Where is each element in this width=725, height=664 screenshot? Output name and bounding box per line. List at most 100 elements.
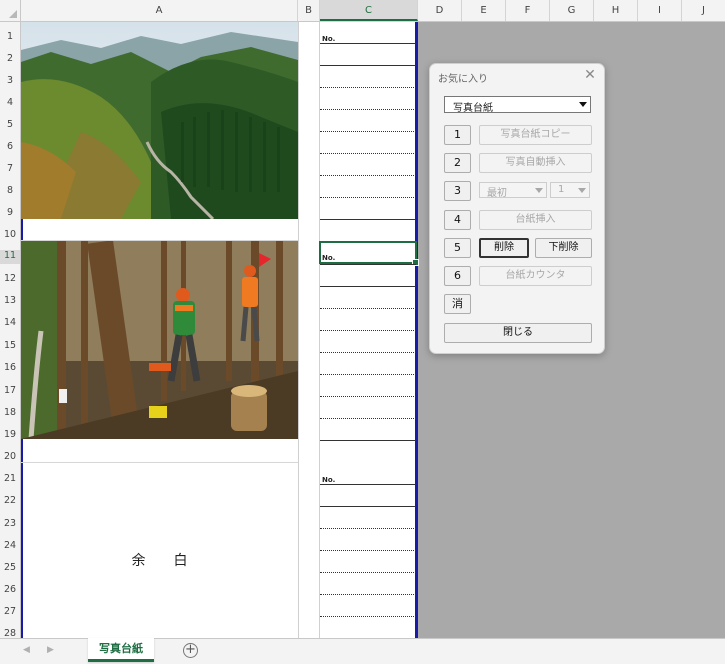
auto-insert-photo-button[interactable]: 写真自動挿入 [479,153,592,173]
photo-2-text-line [320,286,416,287]
photo-3-text-line-top [320,484,416,485]
number-button-3[interactable]: 3 [444,181,471,201]
row-header-27[interactable]: 27 [0,606,20,617]
column-header-a[interactable]: A [21,0,298,21]
column-header-bar: A B C D E F G H I J [0,0,725,22]
column-header-g[interactable]: G [550,0,594,21]
photo-3-dotted-line [320,528,416,529]
row-header-3[interactable]: 3 [0,75,20,86]
favorites-dialog: お気に入り ✕ 写真台紙 1 写真台紙コピー 2 写真自動挿入 3 最初 1 4… [429,63,605,354]
row-header-19[interactable]: 19 [0,429,20,440]
column-header-d[interactable]: D [418,0,462,21]
chevron-down-icon [578,188,586,193]
insert-sheet-button[interactable]: 台紙挿入 [479,210,592,230]
photo-2-dotted-line [320,352,416,353]
number-button-4[interactable]: 4 [444,210,471,230]
row-header-22[interactable]: 22 [0,495,20,506]
previous-sheet-icon[interactable]: ◀ [23,645,30,655]
margin-placeholder-text: 余白 [131,553,216,569]
row-header-17[interactable]: 17 [0,385,20,396]
photo-3-dotted-line [320,594,416,595]
number-button-6[interactable]: 6 [444,266,471,286]
photo-3-dotted-line [320,572,416,573]
close-icon[interactable]: ✕ [583,67,597,83]
row-header-5[interactable]: 5 [0,119,20,130]
number-button-2[interactable]: 2 [444,153,471,173]
photo-2-bottom-line [320,440,416,441]
photo-2-dotted-line [320,418,416,419]
worksheet-grid[interactable]: No. No. No. 余白 [21,21,419,638]
row-header-13[interactable]: 13 [0,295,20,306]
column-header-h[interactable]: H [594,0,638,21]
plus-circle-icon[interactable]: + [183,643,198,658]
photo-1-bottom-line [320,219,416,220]
row-header-18[interactable]: 18 [0,407,20,418]
photo-1-dotted-line [320,131,416,132]
photo-2-dotted-line [320,374,416,375]
row-header-8[interactable]: 8 [0,185,20,196]
delete-below-button[interactable]: 下削除 [535,238,592,258]
row-header-1[interactable]: 1 [0,31,20,42]
photo-1-dotted-line [320,175,416,176]
sheet-counter-button[interactable]: 台紙カウンタ [479,266,592,286]
number-button-5[interactable]: 5 [444,238,471,258]
count-value: 1 [558,184,565,195]
column-header-c[interactable]: C [320,0,418,21]
column-header-b[interactable]: B [298,0,320,21]
row-header-14[interactable]: 14 [0,317,20,328]
dialog-title: お気に入り [438,74,488,85]
row-20-divider [21,462,298,463]
delete-button[interactable]: 削除 [479,238,529,258]
chevron-down-icon [579,102,587,107]
forest-valley-image [21,22,298,219]
photo-1-text-line-top [320,43,416,44]
no-label-2: No. [322,254,336,262]
row-10-divider [21,240,298,241]
photo-2-dotted-line [320,308,416,309]
row-header-11[interactable]: 11 [0,250,20,264]
row-header-23[interactable]: 23 [0,518,20,529]
row-header-6[interactable]: 6 [0,141,20,152]
clear-button[interactable]: 消 [444,294,471,314]
forestry-workers-photo[interactable] [21,241,298,439]
photo-3-text-line [320,506,416,507]
start-position-select[interactable]: 最初 [479,182,547,199]
row-header-4[interactable]: 4 [0,97,20,108]
row-header-10[interactable]: 10 [0,229,20,240]
forest-valley-photo[interactable] [21,22,298,219]
next-sheet-icon[interactable]: ▶ [47,645,54,655]
row-header-26[interactable]: 26 [0,584,20,595]
chevron-down-icon [535,188,543,193]
photo-2-dotted-line [320,396,416,397]
row-header-9[interactable]: 9 [0,207,20,218]
count-select[interactable]: 1 [550,182,590,198]
close-dialog-button[interactable]: 閉じる [444,323,592,343]
column-header-f[interactable]: F [506,0,550,21]
column-header-e[interactable]: E [462,0,506,21]
column-header-j[interactable]: J [682,0,725,21]
column-header-i[interactable]: I [638,0,682,21]
select-all-corner[interactable] [0,0,21,21]
sheet-tab-bar: ◀ ▶ 写真台紙 + [0,638,725,664]
template-dropdown-value: 写真台紙 [453,103,493,114]
photo-1-dotted-line [320,109,416,110]
template-dropdown[interactable]: 写真台紙 [444,96,591,114]
photo-1-dotted-line [320,197,416,198]
row-header-7[interactable]: 7 [0,163,20,174]
photo-1-text-line [320,65,416,66]
number-button-1[interactable]: 1 [444,125,471,145]
sheet-tab-photo-sheet[interactable]: 写真台紙 [88,638,154,662]
row-header-bar: 1 2 3 4 5 6 7 8 9 10 11 12 13 14 15 16 1… [0,22,21,639]
row-header-20[interactable]: 20 [0,451,20,462]
copy-photo-sheet-button[interactable]: 写真台紙コピー [479,125,592,145]
row-header-16[interactable]: 16 [0,362,20,373]
row-header-24[interactable]: 24 [0,540,20,551]
row-header-12[interactable]: 12 [0,273,20,284]
photo-3-dotted-line [320,616,416,617]
row-header-25[interactable]: 25 [0,562,20,573]
row-header-2[interactable]: 2 [0,53,20,64]
row-header-21[interactable]: 21 [0,473,20,484]
row-header-15[interactable]: 15 [0,340,20,351]
photo-1-dotted-line [320,153,416,154]
start-position-value: 最初 [487,188,507,199]
